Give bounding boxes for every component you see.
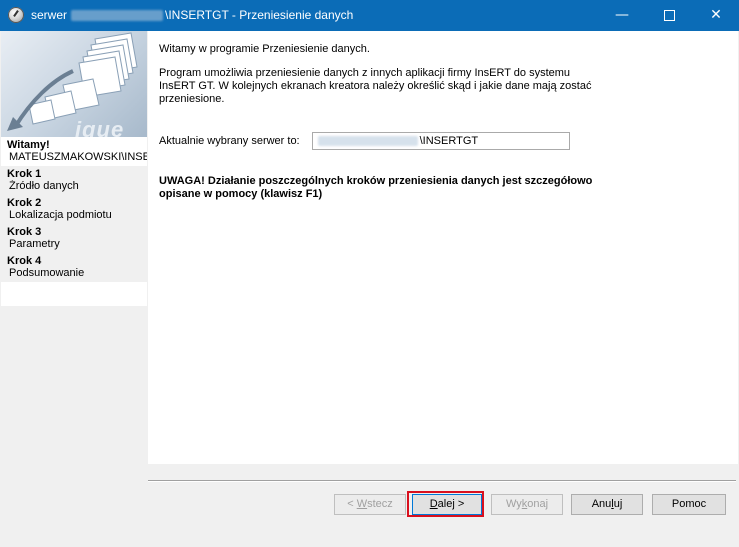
step-subtitle: MATEUSZMAKOWSKI\INSE	[9, 151, 147, 163]
warning-line-2: opisane w pomocy (klawisz F1)	[159, 188, 323, 200]
title-bar: serwer \INSERTGT - Przeniesienie danych …	[0, 0, 739, 31]
step-title: Krok 2	[7, 197, 42, 209]
step-4: Krok 4 Podsumowanie	[1, 253, 147, 282]
run-prefix: Wy	[505, 498, 522, 510]
wizard-content: Witamy w programie Przeniesienie danych.…	[148, 31, 738, 464]
description-line-3: przeniesione.	[159, 93, 225, 105]
cancel-prefix: Anu	[591, 498, 612, 510]
step-title: Krok 3	[7, 226, 42, 238]
button-separator	[148, 480, 736, 482]
step-title: Witamy!	[7, 139, 50, 151]
server-row: Aktualnie wybrany serwer to: \INSERTGT	[159, 130, 570, 152]
description-line-1: Program umożliwia przeniesienie danych z…	[159, 67, 571, 79]
window-title: serwer \INSERTGT - Przeniesienie danych	[31, 8, 353, 22]
step-2: Krok 2 Lokalizacja podmiotu	[1, 195, 147, 224]
close-icon: ✕	[710, 7, 722, 23]
cancel-button[interactable]: Anuluj	[571, 494, 643, 515]
banner-watermark: ique	[75, 117, 125, 137]
welcome-text: Witamy w programie Przeniesienie danych.	[159, 43, 370, 55]
cancel-rest: uj	[613, 498, 623, 510]
back-rest: stecz	[367, 498, 393, 510]
documents-transfer-graphic	[7, 32, 138, 131]
app-globe-icon[interactable]	[8, 7, 24, 23]
back-button[interactable]: < Wstecz	[334, 494, 406, 515]
warning-line-1: UWAGA! Działanie poszczególnych kroków p…	[159, 175, 593, 187]
maximize-button[interactable]	[646, 0, 692, 31]
step-subtitle: Parametry	[9, 238, 60, 250]
step-1: Krok 1 Źródło danych	[1, 166, 147, 195]
server-value: \INSERTGT	[419, 135, 479, 147]
sidebar-filler	[1, 306, 147, 464]
next-rest: alej >	[437, 498, 465, 510]
wizard-steps: Witamy! MATEUSZMAKOWSKI\INSE Krok 1 Źród…	[1, 137, 147, 282]
step-title: Krok 4	[7, 255, 42, 267]
step-subtitle: Źródło danych	[9, 180, 79, 192]
step-title: Krok 1	[7, 168, 42, 180]
next-button[interactable]: Dalej >	[412, 494, 482, 515]
title-prefix: serwer	[31, 8, 68, 22]
help-label: Pomoc	[671, 498, 707, 510]
step-subtitle: Lokalizacja podmiotu	[9, 209, 112, 221]
close-button[interactable]: ✕	[693, 0, 739, 31]
wizard-banner-image: ique	[1, 31, 147, 137]
server-label: Aktualnie wybrany serwer to:	[159, 135, 300, 147]
run-button[interactable]: Wykonaj	[491, 494, 563, 515]
redacted-server-name	[71, 9, 164, 21]
step-subtitle: Podsumowanie	[9, 267, 85, 279]
step-welcome: Witamy! MATEUSZMAKOWSKI\INSE	[1, 137, 147, 166]
warning-text: UWAGA! Działanie poszczególnych kroków p…	[159, 175, 609, 201]
minimize-icon: —	[615, 7, 629, 23]
description-line-2: InsERT GT. W kolejnych ekranach kreatora…	[159, 80, 592, 92]
maximize-icon	[663, 9, 675, 21]
redacted-server-name	[317, 136, 418, 146]
back-prefix: <	[347, 498, 357, 510]
help-button[interactable]: Pomoc	[652, 494, 726, 515]
next-mnemonic: D	[429, 498, 438, 510]
server-field[interactable]: \INSERTGT	[311, 132, 570, 150]
title-suffix: \INSERTGT - Przeniesienie danych	[165, 8, 354, 22]
minimize-button[interactable]: —	[599, 0, 645, 31]
run-rest: onaj	[527, 498, 549, 510]
back-mnemonic: W	[356, 498, 368, 510]
step-3: Krok 3 Parametry	[1, 224, 147, 253]
